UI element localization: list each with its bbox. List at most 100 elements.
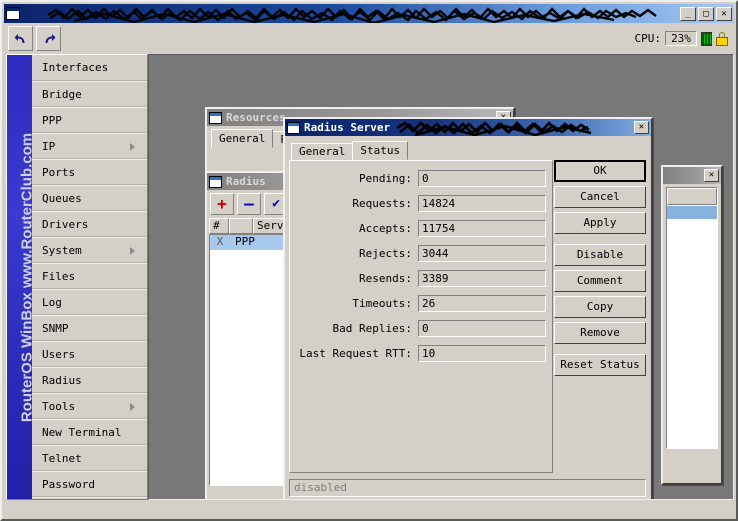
background-window-titlebar: ✕ — [663, 167, 721, 184]
sidebar-item-snmp[interactable]: SNMP — [32, 315, 147, 341]
main-toolbar: CPU: 23% — [4, 23, 734, 54]
sidebar-item-ppp[interactable]: PPP — [32, 107, 147, 133]
background-window[interactable]: ✕ — [661, 165, 723, 485]
minus-icon: – — [244, 194, 254, 213]
accepts-value[interactable]: 11754 — [418, 220, 546, 237]
watermark-text: RouterOS WinBox www.RouterClub.com — [18, 132, 33, 423]
field-label: Last Request RTT: — [299, 347, 412, 360]
chevron-right-icon — [130, 247, 135, 255]
radius-list-title: Radius — [226, 175, 266, 188]
sidebar-item-drivers[interactable]: Drivers — [32, 211, 147, 237]
chevron-right-icon — [130, 403, 135, 411]
add-button[interactable]: + — [210, 193, 234, 215]
sidebar-item-ports[interactable]: Ports — [32, 159, 147, 185]
field-last-request-rtt: Last Request RTT: 10 — [290, 344, 552, 363]
lock-body — [716, 36, 728, 46]
radius-server-dialog[interactable]: Radius Server ✕ General Status Pending: … — [283, 117, 653, 499]
sidebar-item-label: Tools — [42, 400, 76, 413]
row-service: PPP — [235, 235, 255, 248]
app-icon — [6, 7, 20, 20]
field-label: Bad Replies: — [332, 322, 412, 335]
field-label: Pending: — [359, 172, 412, 185]
sidebar-item-label: New Terminal — [42, 426, 122, 439]
cancel-button[interactable]: Cancel — [554, 186, 646, 208]
ok-button[interactable]: OK — [554, 160, 646, 182]
lock-icon[interactable] — [716, 31, 728, 46]
dialog-status-bar: disabled — [289, 479, 646, 497]
sidebar-item-label: SNMP — [42, 322, 69, 335]
sidebar-item-log[interactable]: Log — [32, 289, 147, 315]
resends-value[interactable]: 3389 — [418, 270, 546, 287]
tab-general[interactable]: General — [291, 143, 354, 160]
sidebar-item-system[interactable]: System — [32, 237, 147, 263]
background-window-list-header — [667, 188, 717, 205]
sidebar-item-label: Radius — [42, 374, 82, 387]
minimize-button[interactable]: _ — [680, 6, 696, 21]
column-header-index[interactable]: # — [209, 218, 229, 234]
resources-title: Resources — [226, 111, 286, 124]
close-icon[interactable]: ✕ — [704, 169, 719, 182]
sidebar-item-password[interactable]: Password — [32, 471, 147, 497]
check-icon: ✔ — [272, 196, 280, 211]
sidebar-items: Interfaces Bridge PPP IP Ports Queues Dr… — [32, 55, 147, 499]
reset-status-button[interactable]: Reset Status — [554, 354, 646, 376]
sidebar-item-label: Interfaces — [42, 61, 109, 74]
sidebar-item-label: Ports — [42, 166, 76, 179]
remove-button[interactable]: – — [237, 193, 261, 215]
sidebar-item-label: Files — [42, 270, 76, 283]
sidebar-item-users[interactable]: Users — [32, 341, 147, 367]
sidebar-item-new-terminal[interactable]: New Terminal — [32, 419, 147, 445]
window-icon — [287, 121, 300, 134]
sidebar-item-radius[interactable]: Radius — [32, 367, 147, 393]
status-fields-panel: Pending: 0 Requests: 14824 Accepts: 1175… — [289, 160, 553, 473]
field-resends: Resends: 3389 — [290, 269, 552, 288]
disable-button[interactable]: Disable — [554, 244, 646, 266]
cpu-value: 23% — [665, 31, 697, 46]
last-request-rtt-value[interactable]: 10 — [418, 345, 546, 362]
dialog-button-column: OK Cancel Apply Disable Comment Copy Rem… — [554, 160, 646, 380]
sidebar-item-telnet[interactable]: Telnet — [32, 445, 147, 471]
background-window-selected-row[interactable] — [667, 206, 717, 219]
sidebar-item-queues[interactable]: Queues — [32, 185, 147, 211]
dialog-tabs: General Status — [291, 141, 649, 160]
undo-button[interactable] — [8, 26, 33, 51]
background-window-list[interactable] — [666, 187, 718, 449]
field-pending: Pending: 0 — [290, 169, 552, 188]
sidebar-item-interfaces[interactable]: Interfaces — [32, 55, 147, 81]
cpu-bar-icon — [701, 31, 712, 46]
field-timeouts: Timeouts: 26 — [290, 294, 552, 313]
sidebar-item-label: Users — [42, 348, 76, 361]
redacted-title-scribble — [47, 7, 657, 24]
field-label: Requests: — [352, 197, 412, 210]
field-bad-replies: Bad Replies: 0 — [290, 319, 552, 338]
sidebar-item-files[interactable]: Files — [32, 263, 147, 289]
comment-button[interactable]: Comment — [554, 270, 646, 292]
timeouts-value[interactable]: 26 — [418, 295, 546, 312]
window-controls: _ □ ✕ — [680, 6, 732, 21]
cpu-label: CPU: — [634, 32, 662, 45]
sidebar-item-label: System — [42, 244, 82, 257]
bad-replies-value[interactable]: 0 — [418, 320, 546, 337]
sidebar-item-ip[interactable]: IP — [32, 133, 147, 159]
close-icon[interactable]: ✕ — [634, 121, 649, 134]
column-header-flags[interactable] — [229, 218, 253, 234]
redo-button[interactable] — [36, 26, 61, 51]
copy-button[interactable]: Copy — [554, 296, 646, 318]
sidebar-item-label: Telnet — [42, 452, 82, 465]
sidebar-item-tools[interactable]: Tools — [32, 393, 147, 419]
field-label: Resends: — [359, 272, 412, 285]
tab-status[interactable]: Status — [352, 141, 409, 160]
remove-button[interactable]: Remove — [554, 322, 646, 344]
close-button[interactable]: ✕ — [716, 6, 732, 21]
sidebar-item-label: PPP — [42, 114, 62, 127]
pending-value[interactable]: 0 — [418, 170, 546, 187]
rejects-value[interactable]: 3044 — [418, 245, 546, 262]
tab-general[interactable]: General — [211, 129, 274, 148]
sidebar-item-label: IP — [42, 140, 56, 153]
row-flag-disabled: X — [216, 235, 224, 248]
apply-button[interactable]: Apply — [554, 212, 646, 234]
sidebar-item-bridge[interactable]: Bridge — [32, 81, 147, 107]
requests-value[interactable]: 14824 — [418, 195, 546, 212]
sidebar-item-certificate[interactable]: Certificate — [32, 497, 147, 499]
maximize-button[interactable]: □ — [698, 6, 714, 21]
